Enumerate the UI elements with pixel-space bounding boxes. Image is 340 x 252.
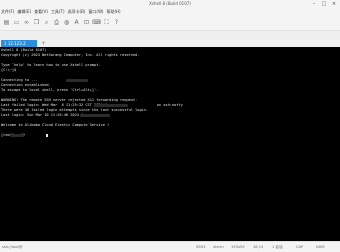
redacted-ip	[80, 114, 110, 117]
status-bar: ssh://root@ SSH2 xterm 193x59 18,13 1 会话…	[0, 241, 340, 252]
copy-icon[interactable]: ❐	[32, 18, 41, 27]
terminal-line: Welcome to Alibaba Cloud Elastic Compute…	[1, 123, 110, 127]
close-button[interactable]: ×	[330, 0, 338, 8]
add-tab-button[interactable]: +	[40, 40, 47, 47]
terminal-line: [C:\~]$	[1, 68, 17, 72]
session-tab[interactable]: 1 12.123.2	[1, 40, 37, 47]
search-icon[interactable]: ⌕	[42, 18, 51, 27]
terminal-output[interactable]: Xshell 8 (Build 0107) Copyright (c) 2024…	[0, 47, 340, 241]
redacted-host	[66, 79, 88, 82]
menu-bar: 文件(F) 编辑(E) 查看(V) 工具(T) 选项卡(B) 窗口(W) 帮助(…	[0, 8, 340, 15]
status-size: 193x59	[231, 245, 245, 249]
menu-window[interactable]: 窗口(W)	[88, 8, 103, 15]
help-icon[interactable]: ?	[112, 18, 121, 27]
tab-bar: 1 12.123.2 +	[0, 31, 340, 47]
menu-help[interactable]: 帮助(H)	[106, 8, 120, 15]
globe-icon[interactable]: ◍	[62, 18, 71, 27]
window-title: Xshell 8 (Build 0107)	[149, 1, 191, 6]
menu-tools[interactable]: 工具(T)	[51, 8, 65, 15]
print-icon[interactable]: ⎙	[52, 18, 61, 27]
menu-edit[interactable]: 编辑(E)	[17, 8, 31, 15]
status-terminal-type: xterm	[213, 245, 224, 249]
new-session-icon[interactable]: ▤	[2, 18, 11, 27]
menu-file[interactable]: 文件(F)	[1, 8, 14, 15]
fullscreen-icon[interactable]: ⛶	[102, 18, 111, 27]
font-icon[interactable]: A	[72, 18, 81, 27]
menu-tab[interactable]: 选项卡(B)	[68, 8, 86, 15]
terminal-cursor	[46, 134, 48, 137]
lock-icon[interactable]: ⊡	[82, 18, 91, 27]
menu-view[interactable]: 查看(V)	[34, 8, 48, 15]
status-caps: CAP	[296, 245, 304, 249]
status-cursor-position: 18,13	[253, 245, 264, 249]
minimize-button[interactable]: –	[310, 0, 318, 8]
keyboard-icon[interactable]: ⌨	[92, 18, 101, 27]
redacted-hostname	[10, 134, 24, 137]
status-num: NUM	[316, 245, 325, 249]
terminal-line: Last login: Sun Mar 10 11:25:46 2024 fro…	[1, 113, 90, 117]
title-bar: Xshell 8 (Build 0107) – □ ×	[0, 0, 340, 8]
link-icon[interactable]: ∞	[22, 18, 31, 27]
terminal-line: To escape to local shell, press 'Ctrl+Al…	[1, 88, 99, 92]
maximize-button[interactable]: □	[320, 0, 328, 8]
status-sessions: 1 会话	[272, 245, 283, 249]
status-connection: ssh://root@	[2, 245, 23, 249]
terminal-line: Copyright (c) 2024 NetSarang Computer, I…	[1, 53, 140, 57]
status-protocol: SSH2	[196, 245, 206, 249]
open-folder-icon[interactable]: ▭	[12, 18, 21, 27]
redacted-ip	[94, 104, 128, 107]
toolbar: ▤ ▭ ∞ ❐ ⌕ ⎙ ◍ A ⊡ ⌨ ⛶ ?	[0, 15, 340, 31]
